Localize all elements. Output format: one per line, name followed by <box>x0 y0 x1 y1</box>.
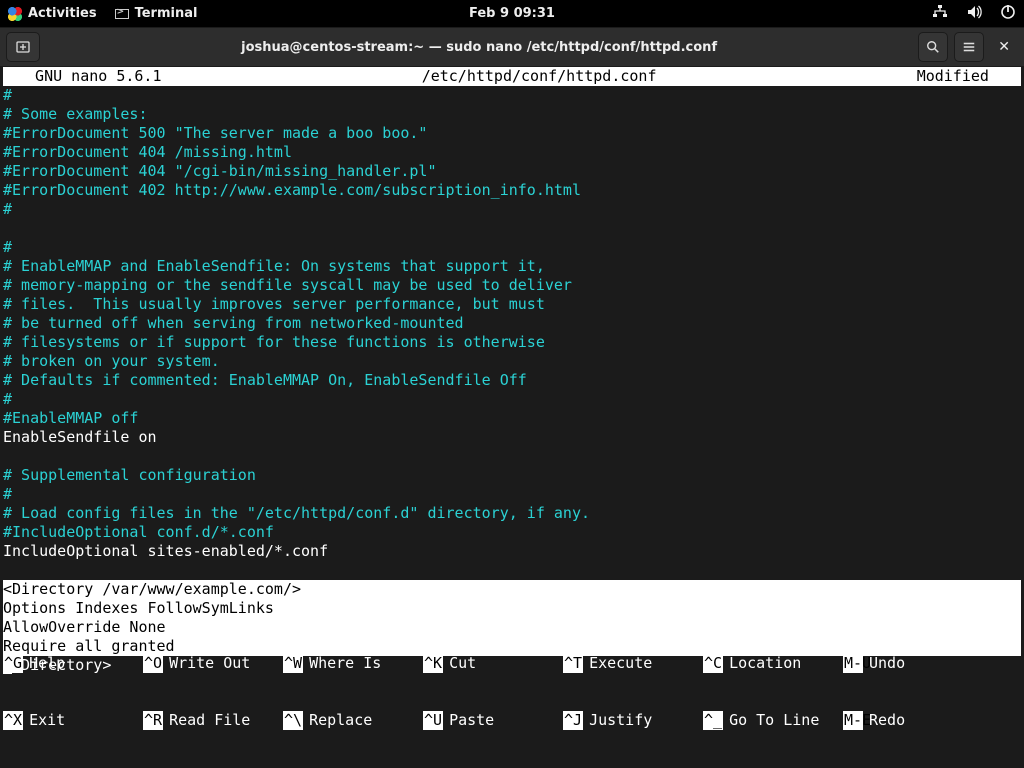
shortcut-go-to-line[interactable]: ^_Go To Line <box>703 711 843 730</box>
clock[interactable]: Feb 9 09:31 <box>469 6 555 21</box>
nano-titlebar: GNU nano 5.6.1 /etc/httpd/conf/httpd.con… <box>3 67 1021 86</box>
shortcut-location[interactable]: ^CLocation <box>703 654 843 673</box>
comment-block: # Supplemental configuration # # Load co… <box>3 466 590 541</box>
shortcut-label: Read File <box>163 711 268 730</box>
shortcut-exit[interactable]: ^XExit <box>3 711 143 730</box>
shortcut-key: ^_ <box>703 711 723 730</box>
shortcut-label: Paste <box>443 711 530 730</box>
shortcut-key: ^O <box>143 654 163 673</box>
editor-content[interactable]: # # Some examples: #ErrorDocument 500 "T… <box>3 86 1021 675</box>
comment-block: # # EnableMMAP and EnableSendfile: On sy… <box>3 238 572 427</box>
shortcut-cut[interactable]: ^KCut <box>423 654 563 673</box>
shortcut-undo[interactable]: M-UUndo <box>843 654 923 673</box>
shortcut-read-file[interactable]: ^RRead File <box>143 711 283 730</box>
new-tab-icon <box>15 39 31 55</box>
network-icon[interactable] <box>932 4 948 24</box>
activities-label: Activities <box>28 6 97 21</box>
shortcut-label: Justify <box>583 711 679 730</box>
nano-shortcut-bar: ^GHelp ^OWrite Out ^WWhere Is ^KCut ^TEx… <box>3 616 1021 768</box>
clock-label: Feb 9 09:31 <box>469 6 555 21</box>
shortcut-key: ^G <box>3 654 23 673</box>
config-line: EnableSendfile on <box>3 428 157 446</box>
shortcut-label: Cut <box>443 654 530 673</box>
shortcut-key: ^X <box>3 711 23 730</box>
shortcut-label: Write Out <box>163 654 268 673</box>
shortcut-key: ^T <box>563 654 583 673</box>
shortcut-replace[interactable]: ^\Replace <box>283 711 423 730</box>
shortcut-key: ^R <box>143 711 163 730</box>
shortcut-write-out[interactable]: ^OWrite Out <box>143 654 283 673</box>
close-icon: ✕ <box>998 39 1010 55</box>
shortcut-label: Redo <box>863 711 923 730</box>
shortcut-help[interactable]: ^GHelp <box>3 654 143 673</box>
shortcut-key: ^J <box>563 711 583 730</box>
shortcut-label: Exit <box>23 711 119 730</box>
shortcut-label: Execute <box>583 654 679 673</box>
shortcut-where-is[interactable]: ^WWhere Is <box>283 654 423 673</box>
shortcut-label: Where Is <box>303 654 408 673</box>
config-line: IncludeOptional sites-enabled/*.conf <box>3 542 328 560</box>
new-tab-button[interactable] <box>6 32 40 62</box>
window-title: joshua@centos-stream:~ — sudo nano /etc/… <box>46 40 912 55</box>
shortcut-key: ^C <box>703 654 723 673</box>
shortcut-key: ^\ <box>283 711 303 730</box>
shortcut-label: Undo <box>863 654 923 673</box>
app-menu-label: Terminal <box>135 6 198 21</box>
search-button[interactable] <box>918 32 948 62</box>
nano-modified: Modified <box>917 67 1021 86</box>
close-button[interactable]: ✕ <box>990 39 1018 55</box>
hamburger-icon <box>962 40 976 54</box>
shortcut-label: Go To Line <box>723 711 837 730</box>
shortcut-key: ^U <box>423 711 443 730</box>
footprint-icon <box>8 7 22 21</box>
nano-version: GNU nano 5.6.1 <box>3 67 162 86</box>
terminal-titlebar: joshua@centos-stream:~ — sudo nano /etc/… <box>0 27 1024 67</box>
shortcut-label: Location <box>723 654 837 673</box>
volume-icon[interactable] <box>966 4 982 24</box>
shortcut-execute[interactable]: ^TExecute <box>563 654 703 673</box>
terminal-viewport[interactable]: GNU nano 5.6.1 /etc/httpd/conf/httpd.con… <box>0 67 1024 768</box>
shortcut-key: ^K <box>423 654 443 673</box>
shortcut-key: M-E <box>843 711 863 730</box>
shortcut-label: Replace <box>303 711 408 730</box>
nano-filename: /etc/httpd/conf/httpd.conf <box>162 67 917 86</box>
shortcut-label: Help <box>23 654 119 673</box>
shortcut-justify[interactable]: ^JJustify <box>563 711 703 730</box>
shortcut-redo[interactable]: M-ERedo <box>843 711 923 730</box>
shortcut-paste[interactable]: ^UPaste <box>423 711 563 730</box>
comment-block: # # Some examples: #ErrorDocument 500 "T… <box>3 86 581 218</box>
shortcut-key: M-U <box>843 654 863 673</box>
menu-button[interactable] <box>954 32 984 62</box>
gnome-topbar: Activities Terminal Feb 9 09:31 <box>0 0 1024 27</box>
search-icon <box>926 40 940 54</box>
terminal-icon <box>115 9 129 19</box>
activities-button[interactable]: Activities <box>8 6 97 21</box>
power-icon[interactable] <box>1000 4 1016 24</box>
app-menu[interactable]: Terminal <box>115 6 198 21</box>
shortcut-key: ^W <box>283 654 303 673</box>
